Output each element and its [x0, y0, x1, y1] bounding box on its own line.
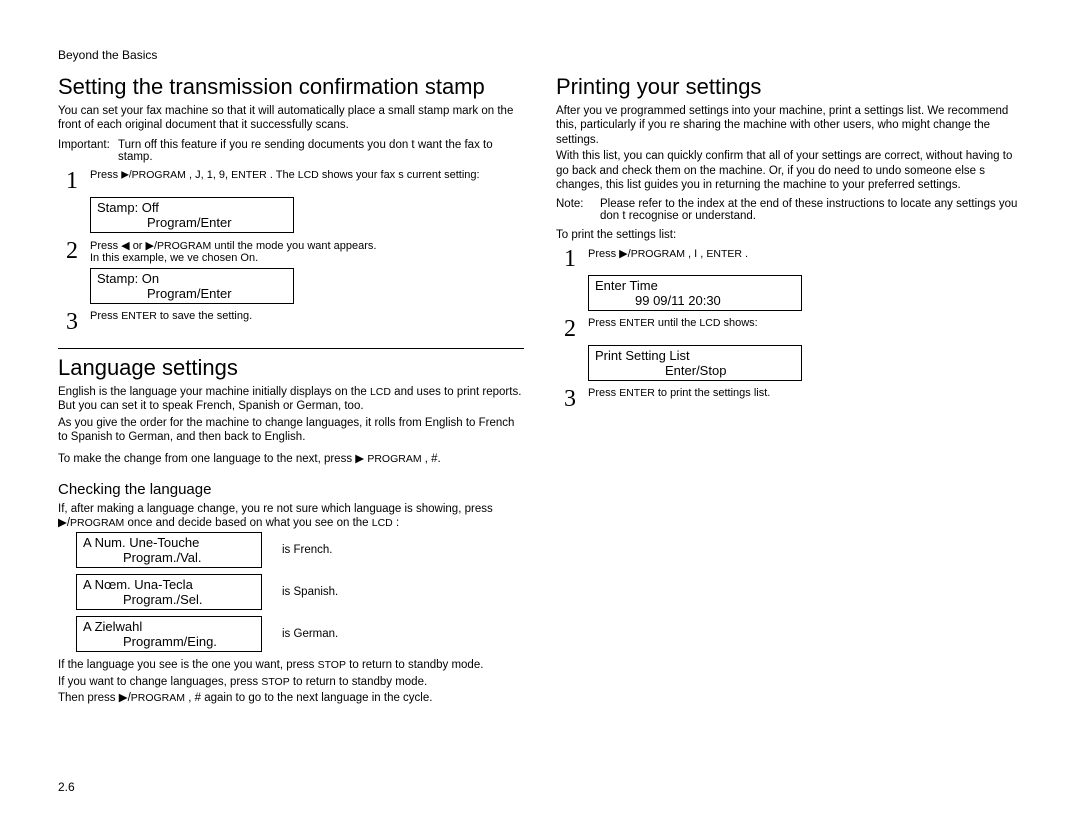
lcd-display-enter-time: Enter Time 99 09/11 20:30	[588, 275, 802, 311]
step-2: 2 Press ◀ or ▶/PROGRAM until the mode yo…	[58, 239, 524, 264]
french-label: is French.	[282, 544, 333, 556]
step-number-icon: 1	[58, 169, 86, 193]
print-step-3: 3 Press ENTER to print the settings list…	[556, 387, 1022, 411]
lcd-display-print-setting-list: Print Setting List Enter/Stop	[588, 345, 802, 381]
subsection-title-checking: Checking the language	[58, 481, 524, 498]
step-number-icon: 3	[58, 310, 86, 334]
section-divider	[58, 348, 524, 349]
spanish-label: is Spanish.	[282, 586, 338, 598]
printing-intro-1: After you ve programmed settings into yo…	[556, 104, 1022, 147]
print-list-heading: To print the settings list:	[556, 228, 1022, 242]
page-header: Beyond the Basics	[58, 48, 1022, 62]
german-label: is German.	[282, 628, 338, 640]
step-number-icon: 1	[556, 247, 584, 271]
step-2-text: Press ◀ or ▶/PROGRAM until the mode you …	[90, 239, 524, 264]
step-3-text: Press ENTER to save the setting.	[90, 310, 524, 334]
note-label: Note:	[556, 198, 600, 222]
language-row-german: A Zielwahl Programm/Eing. is German.	[76, 616, 524, 652]
print-step-1-text: Press ▶/PROGRAM , I , ENTER .	[588, 247, 1022, 271]
two-column-layout: Setting the transmission confirmation st…	[58, 68, 1022, 708]
step-number-icon: 2	[556, 317, 584, 341]
language-row-french: A Num. Une-Touche Program./Val. is Frenc…	[76, 532, 524, 568]
section-title-language: Language settings	[58, 355, 524, 381]
print-step-2: 2 Press ENTER until the LCD shows:	[556, 317, 1022, 341]
step-number-icon: 2	[58, 239, 86, 264]
print-step-3-text: Press ENTER to print the settings list.	[588, 387, 1022, 411]
section-title-printing: Printing your settings	[556, 74, 1022, 100]
lcd-display-german: A Zielwahl Programm/Eing.	[76, 616, 262, 652]
right-column: Printing your settings After you ve prog…	[556, 68, 1022, 708]
lcd-display-stamp-off: Stamp: Off Program/Enter	[90, 197, 294, 233]
step-1-text: Press ▶/PROGRAM , J, 1, 9, ENTER . The L…	[90, 169, 524, 193]
language-row-spanish: A Nœm. Una-Tecla Program./Sel. is Spanis…	[76, 574, 524, 610]
lang-intro-1: English is the language your machine ini…	[58, 385, 524, 414]
lcd-display-french: A Num. Une-Touche Program./Val.	[76, 532, 262, 568]
left-column: Setting the transmission confirmation st…	[58, 68, 524, 708]
print-step-2-text: Press ENTER until the LCD shows:	[588, 317, 1022, 341]
lcd-display-stamp-on: Stamp: On Program/Enter	[90, 268, 294, 304]
step-1: 1 Press ▶/PROGRAM , J, 1, 9, ENTER . The…	[58, 169, 524, 193]
lang-change-instruction: To make the change from one language to …	[58, 452, 524, 466]
step-3: 3 Press ENTER to save the setting.	[58, 310, 524, 334]
lang-change: If you want to change languages, press S…	[58, 675, 524, 689]
step-number-icon: 3	[556, 387, 584, 411]
stamp-intro: You can set your fax machine so that it …	[58, 104, 524, 133]
checking-intro: If, after making a language change, you …	[58, 502, 524, 531]
important-text: Turn off this feature if you re sending …	[118, 139, 524, 163]
printing-intro-2: With this list, you can quickly confirm …	[556, 149, 1022, 192]
page-number: 2.6	[58, 780, 75, 794]
lang-intro-2: As you give the order for the machine to…	[58, 416, 524, 445]
lang-next: Then press ▶/PROGRAM , # again to go to …	[58, 691, 524, 705]
important-label: Important:	[58, 139, 118, 163]
section-title-stamp: Setting the transmission confirmation st…	[58, 74, 524, 100]
lcd-display-spanish: A Nœm. Una-Tecla Program./Sel.	[76, 574, 262, 610]
document-page: Beyond the Basics Setting the transmissi…	[0, 0, 1080, 834]
printing-note: Note: Please refer to the index at the e…	[556, 198, 1022, 222]
lang-keep: If the language you see is the one you w…	[58, 658, 524, 672]
print-step-1: 1 Press ▶/PROGRAM , I , ENTER .	[556, 247, 1022, 271]
important-note: Important: Turn off this feature if you …	[58, 139, 524, 163]
note-text: Please refer to the index at the end of …	[600, 198, 1022, 222]
